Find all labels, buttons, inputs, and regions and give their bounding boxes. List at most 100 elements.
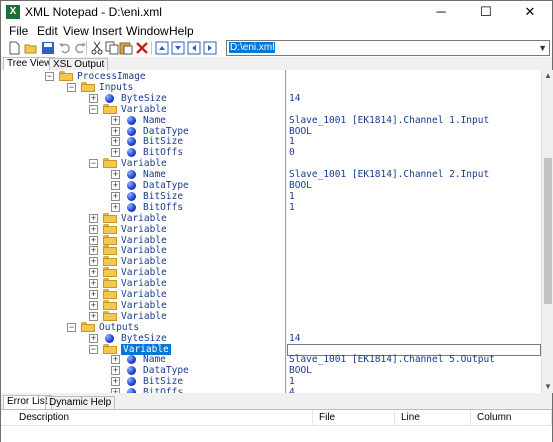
redo-icon[interactable]: [73, 41, 87, 55]
tree-node-label[interactable]: Variable: [121, 158, 167, 169]
node-value[interactable]: 4: [287, 387, 541, 393]
node-value[interactable]: [287, 289, 541, 300]
scroll-down-icon[interactable]: ▼: [542, 381, 553, 393]
tree-element-row[interactable]: − Variable: [1, 103, 285, 115]
tree-element-row[interactable]: − Variable: [1, 343, 285, 355]
tree-node-label[interactable]: Variable: [121, 311, 167, 322]
node-value[interactable]: [287, 82, 541, 93]
tree-attribute-row[interactable]: + BitOffs: [1, 387, 285, 393]
tree-element-row[interactable]: − Variable: [1, 158, 285, 169]
expand-toggle-icon[interactable]: +: [111, 377, 120, 387]
nudge-right-icon[interactable]: [203, 41, 217, 55]
copy-icon[interactable]: [105, 41, 119, 55]
node-value[interactable]: 1: [287, 202, 541, 213]
tree-node-label[interactable]: BitOffs: [143, 387, 183, 393]
node-value[interactable]: 1: [287, 191, 541, 202]
tree-node-label[interactable]: Variable: [121, 245, 167, 256]
node-value[interactable]: [287, 235, 541, 246]
node-value[interactable]: Slave_1001 [EK1814].Channel 5.Output: [287, 354, 541, 365]
tree-node-label[interactable]: BitOffs: [143, 202, 183, 213]
tree-pane[interactable]: − ProcessImage − Inputs + ByteSize − Variable + N…: [1, 70, 286, 393]
tree-element-row[interactable]: − Inputs: [1, 81, 285, 93]
node-value[interactable]: BOOL: [287, 365, 541, 376]
collapse-toggle-icon[interactable]: −: [89, 159, 98, 169]
expand-toggle-icon[interactable]: +: [111, 181, 120, 190]
collapse-toggle-icon[interactable]: −: [67, 82, 76, 92]
value-pane[interactable]: 14 Slave_1001 [EK1814].Channel 1.Input BOO…: [287, 70, 541, 393]
tree-node-label[interactable]: ByteSize: [121, 93, 167, 104]
tree-attribute-row[interactable]: + DataType: [1, 126, 285, 137]
save-icon[interactable]: [41, 41, 55, 55]
tree-node-label[interactable]: Variable: [121, 343, 171, 355]
expand-toggle-icon[interactable]: +: [89, 224, 98, 234]
menu-file[interactable]: File: [9, 24, 28, 38]
tree-attribute-row[interactable]: + Name: [1, 169, 285, 180]
node-value[interactable]: 1: [287, 376, 541, 387]
tree-node-label[interactable]: Name: [143, 169, 166, 180]
tree-node-label[interactable]: Name: [143, 354, 166, 365]
tree-element-row[interactable]: − ProcessImage: [1, 71, 285, 82]
cut-icon[interactable]: [90, 41, 104, 55]
tree-element-row[interactable]: + Variable: [1, 310, 285, 322]
tree-node-label[interactable]: Variable: [121, 300, 167, 311]
tab-tree-view[interactable]: Tree View: [3, 57, 56, 71]
expand-toggle-icon[interactable]: +: [111, 355, 120, 365]
tree-node-label[interactable]: DataType: [143, 365, 189, 376]
collapse-toggle-icon[interactable]: −: [89, 344, 98, 354]
collapse-toggle-icon[interactable]: −: [45, 72, 54, 81]
tree-node-label[interactable]: Variable: [121, 267, 167, 278]
node-value[interactable]: 14: [287, 93, 541, 104]
expand-toggle-icon[interactable]: +: [89, 300, 98, 310]
new-file-icon[interactable]: [7, 41, 21, 55]
node-value[interactable]: [287, 311, 541, 322]
node-value[interactable]: [287, 71, 541, 82]
tree-node-label[interactable]: Variable: [121, 213, 167, 224]
column-file[interactable]: File: [313, 410, 395, 426]
node-value[interactable]: BOOL: [287, 126, 541, 137]
node-value[interactable]: [287, 104, 541, 115]
tree-attribute-row[interactable]: + Name: [1, 354, 285, 365]
tree-element-row[interactable]: + Variable: [1, 299, 285, 311]
tree-node-label[interactable]: DataType: [143, 180, 189, 191]
tree-node-label[interactable]: DataType: [143, 126, 189, 137]
node-value[interactable]: [287, 213, 541, 224]
tree-node-label[interactable]: Variable: [121, 278, 167, 289]
tree-attribute-row[interactable]: + BitOffs: [1, 202, 285, 213]
tree-element-row[interactable]: + Variable: [1, 278, 285, 289]
nudge-up-icon[interactable]: [155, 41, 169, 55]
tree-node-label[interactable]: BitSize: [143, 376, 183, 387]
tree-attribute-row[interactable]: + DataType: [1, 180, 285, 191]
vertical-scrollbar[interactable]: ▲ ▼: [541, 70, 553, 393]
delete-icon[interactable]: [135, 41, 149, 55]
tree-element-row[interactable]: + Variable: [1, 234, 285, 246]
expand-toggle-icon[interactable]: +: [111, 366, 120, 376]
tree-attribute-row[interactable]: + BitSize: [1, 376, 285, 387]
expand-toggle-icon[interactable]: +: [111, 126, 120, 136]
nudge-down-icon[interactable]: [171, 41, 185, 55]
tree-attribute-row[interactable]: + Name: [1, 115, 285, 126]
node-value[interactable]: Slave_1001 [EK1814].Channel 2.Input: [287, 169, 541, 180]
open-folder-icon[interactable]: [24, 41, 38, 55]
tree-node-label[interactable]: Name: [143, 115, 166, 126]
tab-dynamic-help[interactable]: Dynamic Help: [45, 396, 116, 409]
expand-toggle-icon[interactable]: +: [111, 115, 120, 125]
tree-node-label[interactable]: Variable: [121, 289, 167, 300]
menu-window[interactable]: Window: [126, 24, 169, 38]
undo-icon[interactable]: [58, 41, 72, 55]
tree-attribute-row[interactable]: + BitSize: [1, 191, 285, 202]
node-value[interactable]: BOOL: [287, 180, 541, 191]
expand-toggle-icon[interactable]: +: [89, 268, 98, 278]
tree-element-row[interactable]: + Variable: [1, 212, 285, 224]
expand-toggle-icon[interactable]: +: [111, 170, 120, 180]
tree-element-row[interactable]: + Variable: [1, 223, 285, 235]
menu-help[interactable]: Help: [169, 24, 194, 38]
tree-node-label[interactable]: Variable: [121, 256, 167, 267]
tab-xsl-output[interactable]: XSL Output: [49, 58, 109, 70]
tree-node-label[interactable]: BitSize: [143, 191, 183, 202]
tree-element-row[interactable]: + Variable: [1, 267, 285, 278]
expand-toggle-icon[interactable]: +: [89, 311, 98, 321]
scrollbar-thumb[interactable]: [544, 158, 552, 304]
tree-element-row[interactable]: + Variable: [1, 289, 285, 300]
expand-toggle-icon[interactable]: +: [111, 202, 120, 212]
tree-node-label[interactable]: ProcessImage: [77, 71, 146, 82]
